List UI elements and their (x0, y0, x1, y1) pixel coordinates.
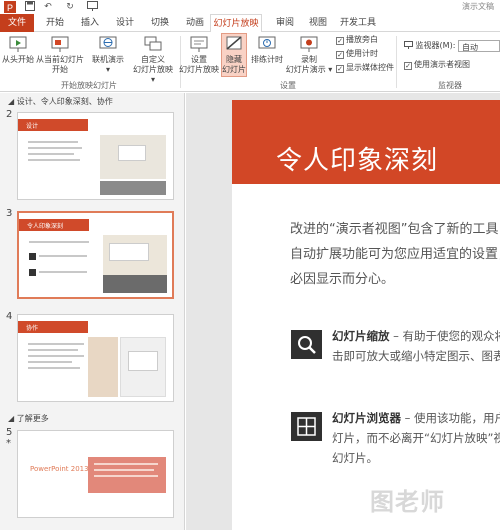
thumb-title: 设计 (26, 123, 39, 130)
custom-show-icon (144, 36, 162, 51)
title-bar: P ↶ ↻ 演示文稿 (0, 0, 500, 14)
group-label-monitor: 监视器 (438, 81, 462, 90)
online-present-button[interactable]: 联机演示 ▾ (90, 34, 126, 75)
ribbon-tabs: 文件 开始 插入 设计 切换 动画 幻灯片放映 审阅 视图 开发工具 (0, 14, 500, 33)
slide-thumbnail-4[interactable]: 协作 (17, 314, 174, 402)
hide-slide-button[interactable]: 隐藏 幻灯片 (221, 33, 247, 77)
slide-thumbnail-2[interactable]: 设计 (17, 112, 174, 200)
present-icon[interactable] (86, 1, 98, 13)
feature-browser-line: 幻灯片。 (332, 451, 378, 465)
presenter-view-checkbox[interactable]: ✓ 使用演示者视图 (404, 60, 470, 70)
undo-icon[interactable]: ↶ (42, 1, 54, 13)
tab-view[interactable]: 视图 (303, 14, 333, 32)
thumb-image (88, 337, 118, 397)
slide-thumbnail-5[interactable]: PowerPoint 2013 (17, 430, 174, 518)
svg-text:P: P (7, 3, 13, 13)
globe-icon (99, 36, 117, 49)
slideshow-start-icon (9, 36, 27, 52)
app-logo-icon: P (4, 1, 16, 13)
monitor-icon (404, 41, 413, 49)
magnifier-icon (291, 330, 322, 359)
hide-slide-icon (226, 36, 242, 50)
section-header[interactable]: ◢ 了解更多 (8, 413, 49, 424)
tab-transitions[interactable]: 切换 (145, 14, 175, 32)
tab-slideshow[interactable]: 幻灯片放映 (210, 14, 262, 33)
save-icon[interactable] (24, 1, 36, 13)
play-narration-checkbox[interactable]: ✓ 播放旁白 (336, 35, 378, 45)
feature-browser-line: 幻灯片浏览器 – 使用该功能，用户可 (332, 411, 500, 425)
custom-slideshow-button[interactable]: 自定义 幻灯片放映 ▾ (130, 34, 176, 85)
ribbon: 从头开始 从当前幻灯片 开始 联机演示 ▾ 自定义 幻灯片放映 ▾ 开始放映幻灯… (0, 32, 500, 92)
from-start-button[interactable]: 从头开始 (2, 34, 34, 65)
from-current-button[interactable]: 从当前幻灯片 开始 (36, 34, 84, 75)
use-timings-checkbox[interactable]: ✓ 使用计时 (336, 49, 378, 59)
slide-body-line[interactable]: 必因显示而分心。 (290, 267, 394, 292)
slideshow-current-icon (51, 36, 69, 52)
tab-insert[interactable]: 插入 (75, 14, 105, 32)
watermark: 图老师 (370, 488, 445, 516)
thumb-title: 协作 (26, 325, 39, 332)
record-icon (300, 36, 318, 52)
tab-file[interactable]: 文件 (0, 14, 34, 32)
setup-icon (190, 36, 208, 52)
tab-design[interactable]: 设计 (110, 14, 140, 32)
slide-number: 3 (6, 208, 13, 219)
setup-slideshow-button[interactable]: 设置 幻灯片放映 (178, 34, 220, 75)
group-label-start: 开始放映幻灯片 (61, 81, 117, 90)
feature-zoom-line: 幻灯片缩放 – 有助于使您的观众将注 (332, 329, 500, 343)
monitor-label: 监视器(M): (404, 41, 455, 51)
slide-body-line[interactable]: 改进的“演示者视图”包含了新的工具， (290, 217, 500, 242)
group-label-setup: 设置 (280, 81, 296, 90)
stopwatch-icon (258, 36, 276, 49)
slide-number: 4 (6, 311, 13, 322)
slide-number: 5 (6, 427, 13, 438)
slide-transition-mark: * (6, 438, 11, 449)
record-slideshow-button[interactable]: 录制 幻灯片演示 ▾ (284, 34, 334, 75)
feature-zoom-line: 击即可放大或缩小特定图示、图表或 (332, 349, 500, 363)
app-title: 演示文稿 (462, 2, 494, 11)
slide-body-line[interactable]: 自动扩展功能可为您应用适宜的设置， (290, 242, 500, 267)
thumb-title: PowerPoint 2013 (30, 465, 89, 473)
tab-developer[interactable]: 开发工具 (338, 14, 378, 32)
tab-home[interactable]: 开始 (40, 14, 70, 32)
monitor-select[interactable]: 自动 (458, 40, 500, 52)
section-header[interactable]: ◢ 设计、令人印象深刻、协作 (8, 96, 113, 107)
slide-thumbnail-3[interactable]: 令人印象深刻 (17, 211, 174, 299)
tab-animations[interactable]: 动画 (180, 14, 210, 32)
slide-grid-icon (291, 412, 322, 441)
thumb-title: 令人印象深刻 (27, 223, 64, 230)
feature-browser-line: 灯片，而不必离开“幻灯片放映”视图 (332, 431, 500, 445)
show-media-controls-checkbox[interactable]: ✓ 显示媒体控件 (336, 63, 394, 73)
slide-number: 2 (6, 109, 13, 120)
rehearse-timings-button[interactable]: 排练计时 (250, 34, 284, 65)
slide-thumbnail-pane[interactable]: ◢ 设计、令人印象深刻、协作 2 设计 3 令人印象深刻 4 协作 ◢ 了解更多… (0, 93, 185, 530)
group-separator (396, 36, 397, 88)
redo-icon[interactable]: ↻ (64, 1, 76, 13)
slide-title[interactable]: 令人印象深刻 (276, 140, 438, 177)
tab-review[interactable]: 审阅 (270, 14, 300, 32)
